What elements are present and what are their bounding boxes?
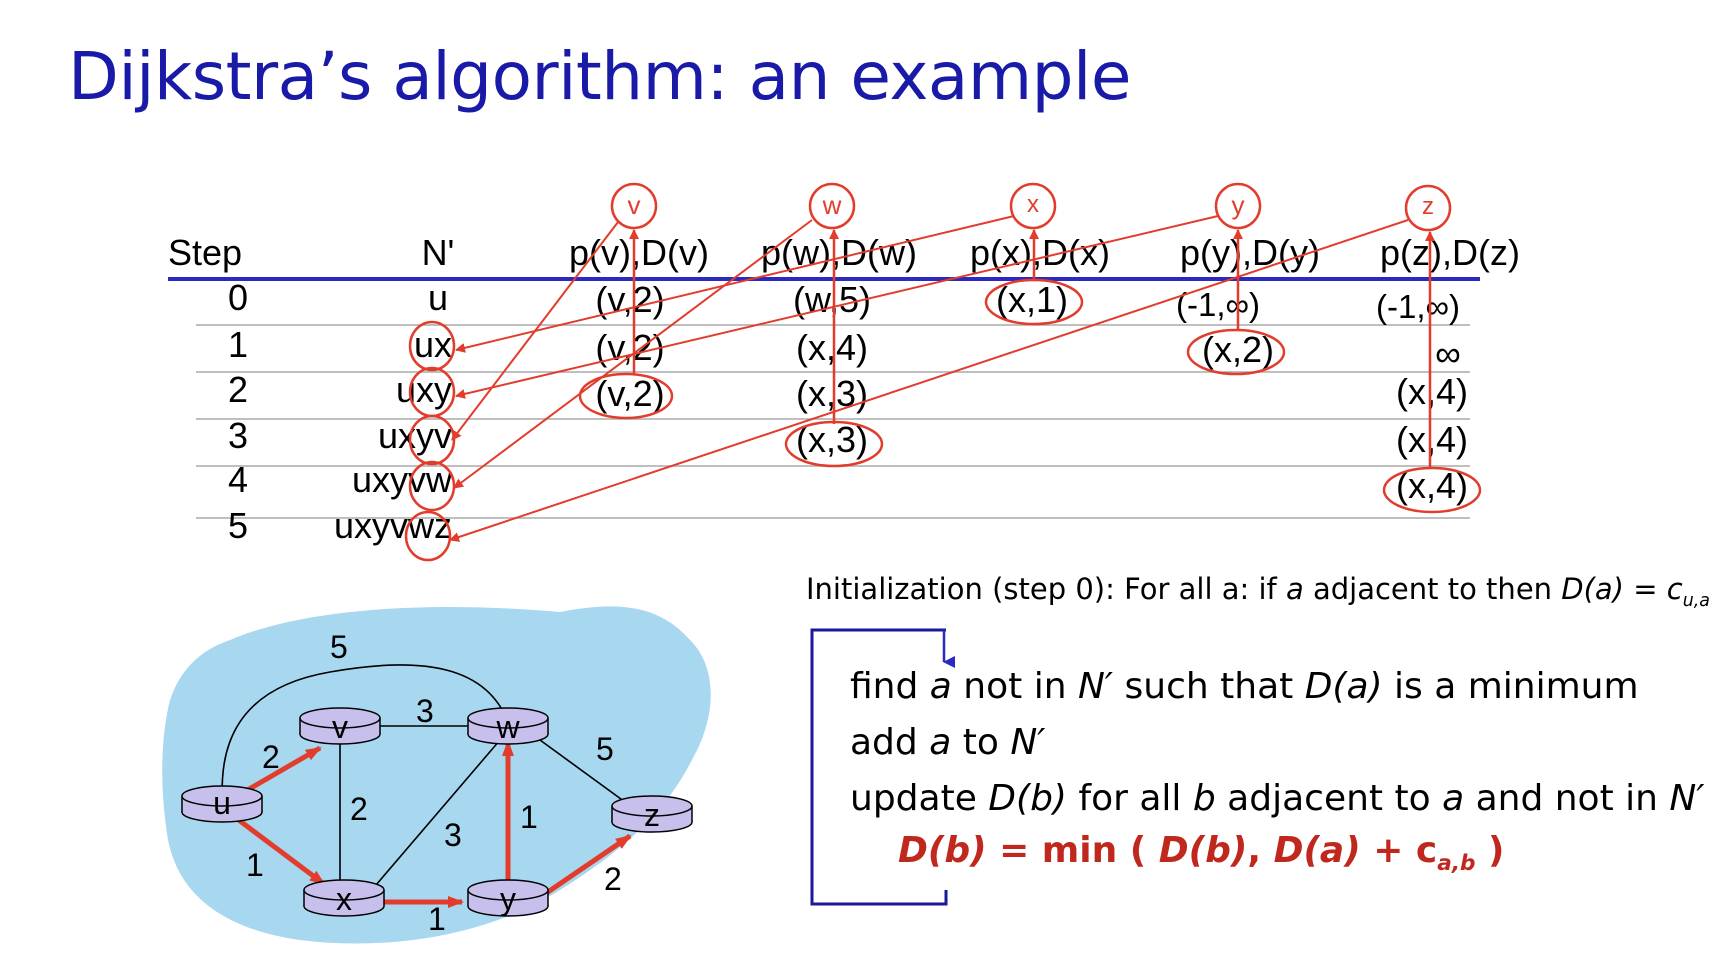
step-number: 2 <box>228 369 248 410</box>
router-y: y <box>467 879 549 917</box>
router-label: w <box>495 709 520 745</box>
weight-label: 1 <box>520 799 538 835</box>
header-x: p(x),D(x) <box>970 232 1110 273</box>
circle-node-v: v <box>610 182 658 230</box>
dijkstra-table: Step N' p(v),D(v) p(w),D(w) p(x),D(x) p(… <box>168 232 1520 546</box>
step-add-node: add a to N′ <box>850 722 1046 763</box>
nprime-value: u <box>428 277 448 318</box>
cell-z: (x,4) <box>1396 419 1468 460</box>
arrow-v-to-nprime <box>451 221 619 441</box>
node-circles: v w x y z <box>610 182 1452 232</box>
weight-label: 1 <box>246 847 264 883</box>
circle-node-y: y <box>1214 182 1262 230</box>
cell-w: (x,3) <box>796 373 868 414</box>
cell-y: (x,2) <box>1202 329 1274 370</box>
circle-node-w: w <box>808 182 856 230</box>
cell-z: (x,4) <box>1396 371 1468 412</box>
header-z: p(z),D(z) <box>1380 232 1520 273</box>
cell-z: ∞ <box>1435 333 1461 374</box>
cell-x: (x,1) <box>996 279 1068 320</box>
initialization-text: Initialization (step 0): For all a: if a… <box>806 572 1710 611</box>
svg-text:y: y <box>1232 190 1245 220</box>
step-number: 0 <box>228 277 248 318</box>
header-y: p(y),D(y) <box>1180 232 1320 273</box>
weight-label: 2 <box>604 861 622 897</box>
cell-v: (v,2) <box>595 327 664 368</box>
step-find-min: find a not in N′ such that D(a) is a min… <box>850 666 1639 707</box>
cell-y: (-1,∞) <box>1176 286 1260 323</box>
diagram-canvas: Step N' p(v),D(v) p(w),D(w) p(x),D(x) p(… <box>162 182 1520 944</box>
circle-node-z: z <box>1404 184 1452 232</box>
router-label: y <box>500 881 516 917</box>
step-number: 4 <box>228 459 248 500</box>
svg-text:z: z <box>1422 193 1434 220</box>
svg-text:v: v <box>628 190 641 220</box>
network-graph: 5 2 3 1 2 3 1 5 1 2 u v w x y z <box>162 606 711 944</box>
router-u: u <box>181 785 263 823</box>
weight-label: 2 <box>350 791 368 827</box>
weight-label: 5 <box>596 731 614 767</box>
weight-label: 3 <box>444 817 462 853</box>
cloud-background <box>162 606 711 944</box>
weight-label: 3 <box>416 693 434 729</box>
circle-node-x: x <box>1009 182 1057 230</box>
weight-label: 5 <box>330 629 348 665</box>
cell-w: (x,4) <box>796 327 868 368</box>
router-v: v <box>299 707 381 745</box>
router-w: w <box>467 707 549 745</box>
nprime-value: ux <box>414 324 452 365</box>
step-number: 5 <box>228 505 248 546</box>
router-label: u <box>213 785 231 821</box>
update-formula: D(b) = min ( D(b), D(a) + ca,b ) <box>898 830 1505 877</box>
step-number: 1 <box>228 324 248 365</box>
nprime-value: uxyvwz <box>334 505 452 546</box>
cell-z: (-1,∞) <box>1376 288 1460 325</box>
router-label: z <box>644 797 660 833</box>
svg-text:x: x <box>1027 191 1039 218</box>
nprime-value: uxyv <box>378 415 452 456</box>
router-z: z <box>611 795 693 833</box>
step-update: update D(b) for all b adjacent to a and … <box>850 778 1705 819</box>
router-label: v <box>332 709 348 745</box>
weight-label: 1 <box>428 901 446 937</box>
header-nprime: N' <box>422 232 455 273</box>
header-step: Step <box>168 232 242 273</box>
svg-text:w: w <box>822 190 842 220</box>
step-number: 3 <box>228 415 248 456</box>
router-label: x <box>336 881 352 917</box>
nprime-value: uxyvw <box>352 459 453 500</box>
header-v: p(v),D(v) <box>569 232 709 273</box>
header-w: p(w),D(w) <box>761 232 917 273</box>
nprime-value: uxy <box>396 369 452 410</box>
router-x: x <box>303 879 385 917</box>
weight-label: 2 <box>262 739 280 775</box>
